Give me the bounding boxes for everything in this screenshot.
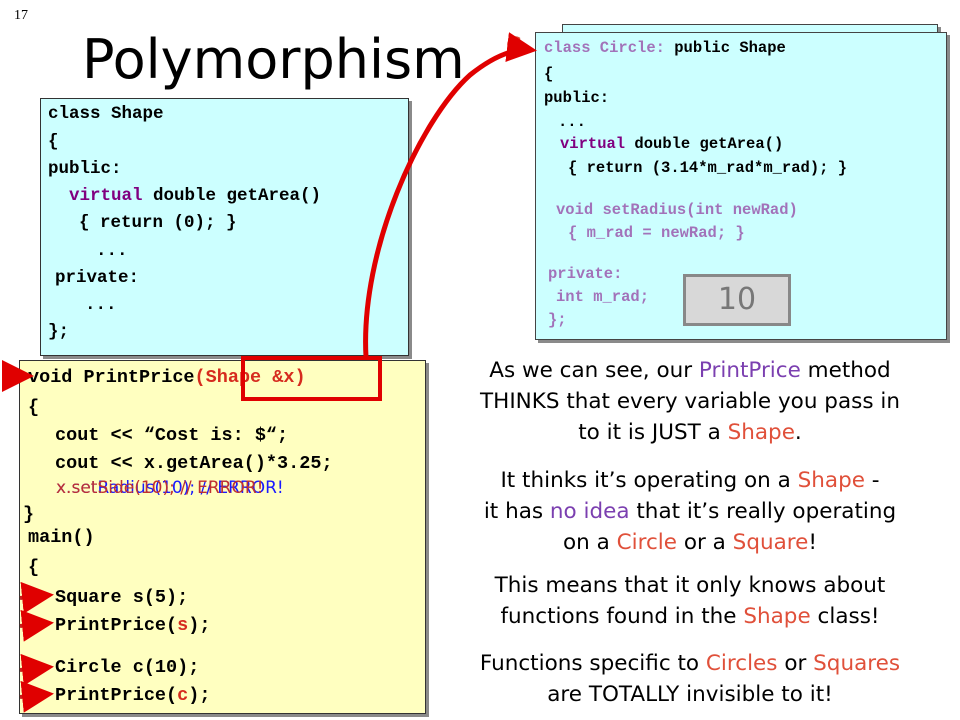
explanation-paragraph-4: Functions specific to Circles or Squares… [430, 648, 950, 710]
explanation-paragraph-2: It thinks it’s operating on a Shape - it… [430, 465, 950, 558]
text: class! [810, 604, 880, 629]
pointer-arrow [19, 581, 54, 614]
text: It thinks it’s operating on a [500, 468, 798, 493]
highlight-text: no idea [549, 499, 630, 524]
highlight-text: Circles [705, 651, 778, 676]
text: or a [677, 530, 733, 555]
highlight-text: Shape [743, 604, 811, 629]
text: that it’s really operating [629, 499, 897, 524]
text: functions found in the [500, 604, 744, 629]
text: method [800, 358, 891, 383]
highlight-text: Circle [616, 530, 677, 555]
text: to it is JUST a [578, 420, 728, 445]
text: As we can see, our [489, 358, 699, 383]
text: . [794, 420, 802, 445]
highlight-text: Square [732, 530, 809, 555]
text: - [864, 468, 880, 493]
text: ! [808, 530, 817, 555]
text: on a [563, 530, 617, 555]
text: This means that it only knows about [494, 573, 886, 598]
text: THINKS that every variable you pass in [480, 389, 900, 414]
highlight-text: Shape [727, 420, 795, 445]
text: are TOTALLY invisible to it! [547, 682, 833, 707]
text: Functions specific to [479, 651, 706, 676]
connector-arrow [363, 32, 537, 358]
pointer-arrow [19, 653, 54, 686]
explanation-paragraph-1: As we can see, our PrintPrice method THI… [430, 355, 950, 448]
explanation-paragraph-3: This means that it only knows about func… [430, 570, 950, 632]
highlight-text: Shape [797, 468, 865, 493]
text: it has [483, 499, 550, 524]
pointer-arrow [19, 680, 54, 713]
pointer-arrow [19, 609, 54, 642]
highlight-text: PrintPrice [698, 358, 801, 383]
text: or [777, 651, 814, 676]
highlight-text: Squares [813, 651, 901, 676]
